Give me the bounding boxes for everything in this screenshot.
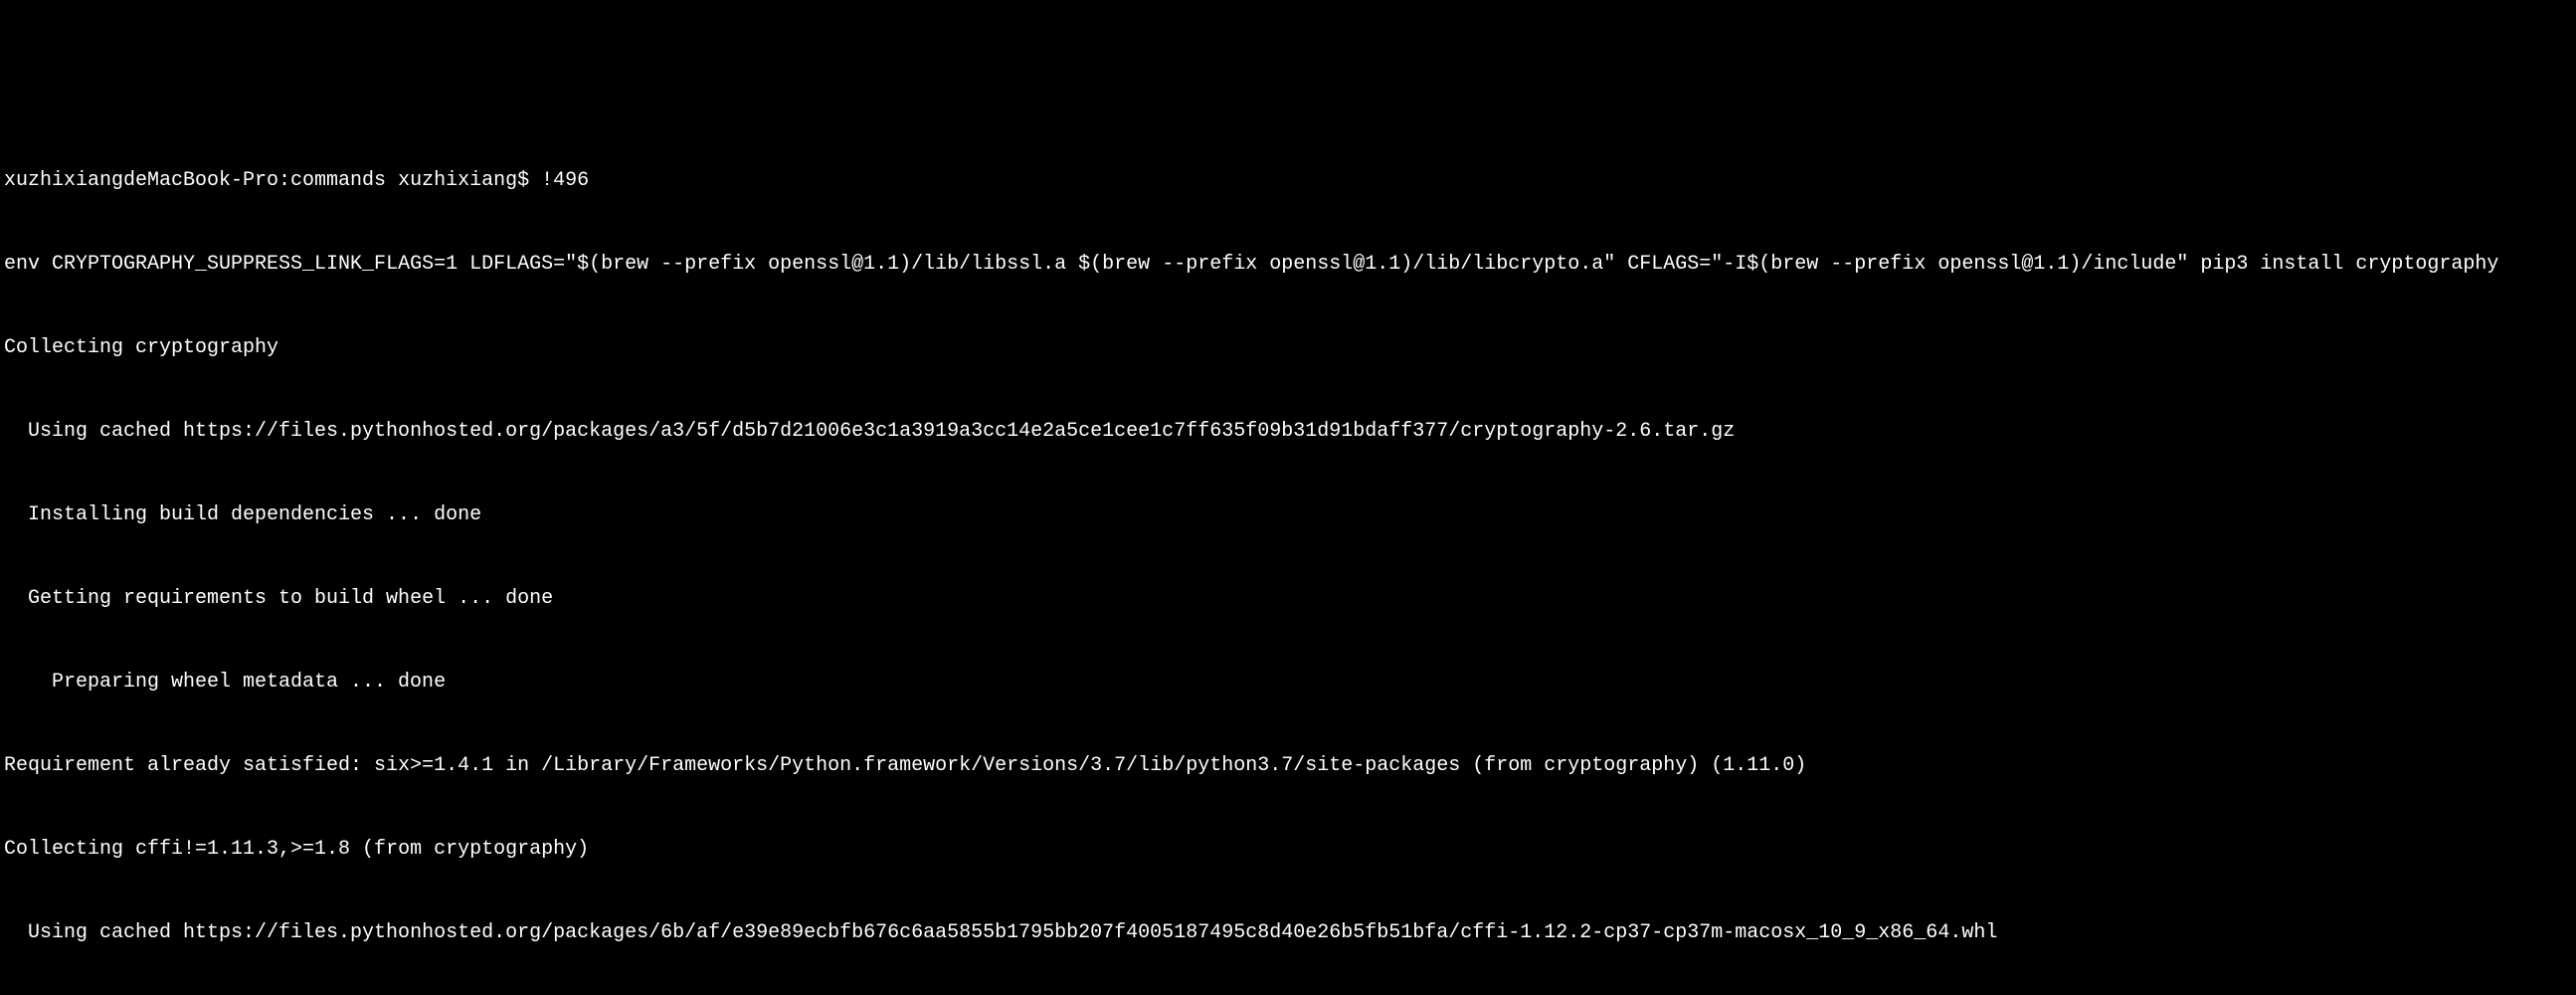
command-text: env CRYPTOGRAPHY_SUPPRESS_LINK_FLAGS=1 L… (4, 253, 2498, 276)
prompt-text: xuzhixiangdeMacBook-Pro:commands xuzhixi… (4, 169, 589, 192)
output-line: Requirement already satisfied: six>=1.4.… (4, 752, 2572, 780)
output-line: Getting requirements to build wheel ... … (4, 585, 2572, 613)
command-line: env CRYPTOGRAPHY_SUPPRESS_LINK_FLAGS=1 L… (4, 251, 2572, 279)
output-line: Collecting cffi!=1.11.3,>=1.8 (from cryp… (4, 836, 2572, 864)
output-line: Using cached https://files.pythonhosted.… (4, 919, 2572, 947)
terminal-output[interactable]: xuzhixiangdeMacBook-Pro:commands xuzhixi… (0, 111, 2576, 995)
output-line: Installing build dependencies ... done (4, 501, 2572, 529)
prompt-line: xuzhixiangdeMacBook-Pro:commands xuzhixi… (4, 167, 2572, 195)
output-line: Using cached https://files.pythonhosted.… (4, 418, 2572, 446)
output-line: Preparing wheel metadata ... done (4, 669, 2572, 696)
output-line: Collecting cryptography (4, 334, 2572, 362)
